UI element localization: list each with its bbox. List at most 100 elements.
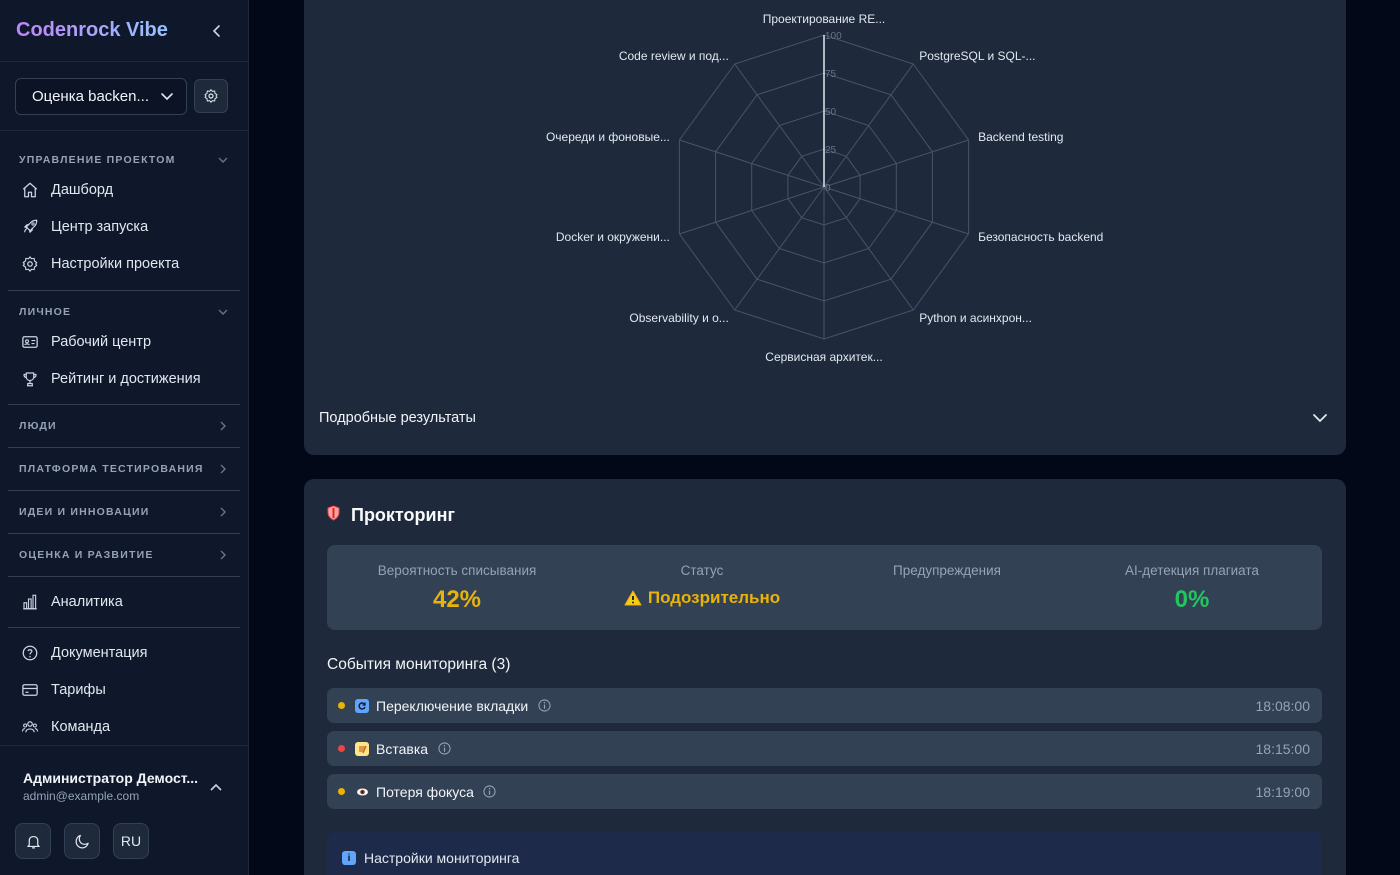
divider [8, 576, 240, 577]
moon-icon [75, 834, 89, 848]
nav-item-workspace[interactable]: Рабочий центр [8, 326, 240, 358]
radar-tick-label: 75 [825, 69, 837, 80]
nav-item-analytics[interactable]: Аналитика [8, 586, 240, 618]
section-title-project-management[interactable]: УПРАВЛЕНИЕ ПРОЕКТОМ [19, 154, 176, 166]
event-row[interactable]: Переключение вкладки 18:08:00 [327, 688, 1322, 723]
divider [8, 533, 240, 534]
status-value-row: Подозрительно [578, 588, 826, 608]
trophy-icon [20, 370, 39, 389]
nav-item-label: Рейтинг и достижения [51, 371, 201, 387]
refresh-icon [355, 698, 369, 713]
nav-item-rating[interactable]: Рейтинг и достижения [8, 363, 240, 395]
nav-item-documentation[interactable]: Документация [8, 637, 240, 669]
stat-warnings: Предупреждения [823, 545, 1071, 630]
radar-category-label: Observability и о... [629, 311, 728, 325]
radar-category-label: Code review и под... [619, 49, 729, 63]
detailed-results-title[interactable]: Подробные результаты [319, 410, 476, 426]
radar-category-label: Backend testing [978, 130, 1063, 144]
user-menu-toggle[interactable] [208, 779, 224, 795]
event-label: Переключение вкладки [376, 697, 529, 714]
event-severity-dot [338, 702, 345, 709]
stat-value: Подозрительно [647, 588, 781, 607]
event-severity-dot [338, 788, 345, 795]
language-button[interactable]: RU [113, 823, 149, 859]
radar-axis-line [734, 63, 825, 188]
user-email: admin@example.com [23, 789, 140, 803]
event-row[interactable]: Потеря фокуса 18:19:00 [327, 774, 1322, 809]
warning-icon [624, 590, 642, 606]
radar-tick-label: 0 [825, 183, 831, 194]
nav-item-project-settings[interactable]: Настройки проекта [8, 248, 240, 280]
project-settings-button[interactable] [194, 79, 228, 113]
radar-tick-label: 25 [825, 145, 837, 156]
chevron-down-icon[interactable] [216, 305, 230, 319]
gear-icon [204, 89, 218, 103]
home-icon [20, 181, 39, 200]
divider [8, 447, 240, 448]
section-title-personal[interactable]: ЛИЧНОЕ [19, 306, 71, 318]
divider [0, 745, 248, 746]
stat-value: 42% [432, 586, 482, 613]
radar-axis-line [823, 186, 914, 311]
chevron-down-icon [1313, 414, 1327, 423]
proctoring-stats: Вероятность списывания 42% Статус Подозр… [327, 545, 1322, 630]
monitoring-settings[interactable]: i Настройки мониторинга [327, 832, 1322, 875]
radar-axis-line [734, 186, 825, 311]
gear-icon [20, 255, 39, 274]
event-time: 18:19:00 [1255, 783, 1311, 800]
user-name: Администратор Демост... [23, 770, 199, 786]
theme-toggle-button[interactable] [64, 823, 100, 859]
radar-axis-line [823, 63, 914, 188]
info-icon[interactable] [537, 699, 551, 713]
section-title-evaluation[interactable]: ОЦЕНКА И РАЗВИТИЕ [19, 549, 154, 561]
eye-icon [355, 785, 369, 799]
nav-item-launch-center[interactable]: Центр запуска [8, 211, 240, 243]
info-icon[interactable] [437, 742, 451, 756]
stat-cheat-probability: Вероятность списывания 42% [333, 545, 581, 630]
project-select[interactable]: Оценка backen... [15, 78, 187, 115]
divider [8, 490, 240, 491]
chevron-down-icon[interactable] [216, 153, 230, 167]
section-title-ideas[interactable]: ИДЕИ И ИННОВАЦИИ [19, 506, 149, 518]
chevron-right-icon[interactable] [216, 505, 230, 519]
rocket-icon [20, 218, 39, 237]
collapse-sidebar-button[interactable] [206, 20, 228, 42]
nav-item-label: Дашборд [51, 182, 114, 198]
help-circle-icon [20, 644, 39, 663]
section-title-people[interactable]: ЛЮДИ [19, 420, 57, 432]
divider [8, 290, 240, 291]
monitoring-events-title: События мониторинга (3) [327, 656, 511, 673]
chevron-right-icon[interactable] [216, 462, 230, 476]
nav-item-label: Тарифы [51, 682, 106, 698]
event-label: Потеря фокуса [376, 783, 474, 800]
users-icon [20, 718, 39, 737]
nav-item-team[interactable]: Команда [8, 711, 240, 743]
notifications-button[interactable] [15, 823, 51, 859]
chevron-right-icon[interactable] [216, 548, 230, 562]
chevron-up-icon [210, 783, 222, 791]
event-row[interactable]: Вставка 18:15:00 [327, 731, 1322, 766]
radar-category-label: Сервисная архитек... [765, 350, 882, 364]
nav-item-label: Документация [51, 645, 148, 661]
divider [8, 404, 240, 405]
proctoring-title: Прокторинг [351, 505, 455, 525]
section-title-testing-platform[interactable]: ПЛАТФОРМА ТЕСТИРОВАНИЯ [19, 463, 204, 475]
chevron-right-icon[interactable] [216, 419, 230, 433]
shield-icon [327, 505, 340, 525]
detailed-results-toggle[interactable] [1310, 408, 1330, 428]
brand-logo[interactable]: Codenrock Vibe [16, 19, 168, 42]
nav-item-pricing[interactable]: Тарифы [8, 674, 240, 706]
event-time: 18:08:00 [1255, 697, 1311, 714]
radar-category-label: Docker и окружени... [556, 230, 670, 244]
nav-item-label: Аналитика [51, 594, 123, 610]
divider [0, 61, 248, 62]
credit-card-icon [20, 681, 39, 700]
chevron-down-icon [161, 92, 173, 100]
info-square-icon: i [342, 851, 356, 865]
nav-item-dashboard[interactable]: Дашборд [8, 174, 240, 206]
divider [0, 130, 248, 131]
info-icon[interactable] [483, 785, 497, 799]
nav-item-label: Центр запуска [51, 219, 149, 235]
stat-ai-detection: AI-детекция плагиата 0% [1068, 545, 1316, 630]
stat-label: AI-детекция плагиата [1125, 563, 1259, 578]
